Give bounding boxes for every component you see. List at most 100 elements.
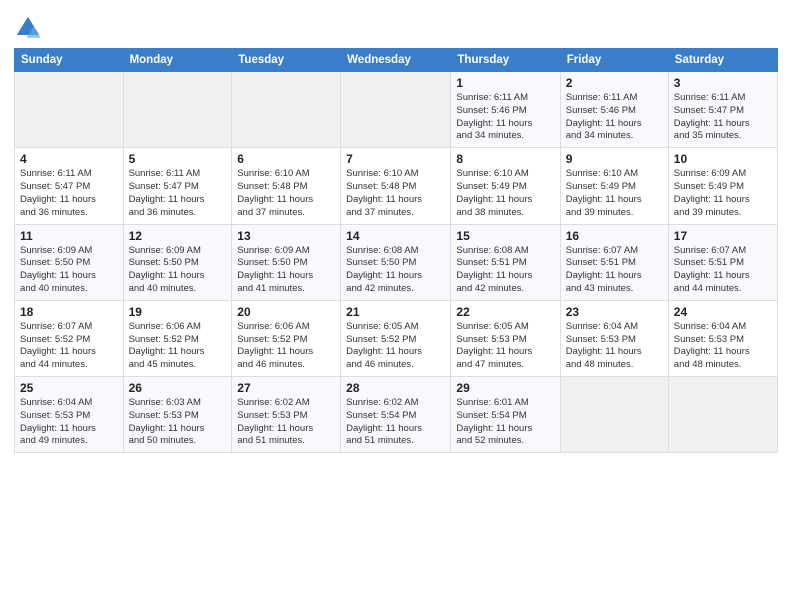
calendar-cell: 21 Sunrise: 6:05 AMSunset: 5:52 PMDayligh… [341, 300, 451, 376]
day-info: Sunrise: 6:05 AMSunset: 5:52 PMDaylight:… [346, 321, 445, 372]
day-info: Sunrise: 6:08 AMSunset: 5:51 PMDaylight:… [456, 245, 554, 296]
calendar-cell [668, 377, 777, 453]
day-info: Sunrise: 6:10 AMSunset: 5:49 PMDaylight:… [566, 168, 663, 219]
day-number: 19 [129, 305, 227, 319]
calendar-cell: 27 Sunrise: 6:02 AMSunset: 5:53 PMDayligh… [232, 377, 341, 453]
calendar-cell: 4 Sunrise: 6:11 AMSunset: 5:47 PMDaylight… [15, 148, 124, 224]
week-row-2: 4 Sunrise: 6:11 AMSunset: 5:47 PMDaylight… [15, 148, 778, 224]
day-info: Sunrise: 6:11 AMSunset: 5:47 PMDaylight:… [129, 168, 227, 219]
weekday-header-wednesday: Wednesday [341, 49, 451, 72]
logo-icon [14, 14, 42, 42]
calendar-cell: 7 Sunrise: 6:10 AMSunset: 5:48 PMDaylight… [341, 148, 451, 224]
weekday-header-thursday: Thursday [451, 49, 560, 72]
day-number: 29 [456, 381, 554, 395]
calendar-cell [560, 377, 668, 453]
day-number: 14 [346, 229, 445, 243]
day-info: Sunrise: 6:09 AMSunset: 5:50 PMDaylight:… [20, 245, 118, 296]
calendar-cell: 20Sunrise: 6:06 AMSunset: 5:52 PMDayligh… [232, 300, 341, 376]
day-number: 24 [674, 305, 772, 319]
weekday-header-friday: Friday [560, 49, 668, 72]
calendar-cell: 22 Sunrise: 6:05 AMSunset: 5:53 PMDayligh… [451, 300, 560, 376]
header [14, 10, 778, 42]
week-row-4: 18Sunrise: 6:07 AMSunset: 5:52 PMDayligh… [15, 300, 778, 376]
day-number: 21 [346, 305, 445, 319]
day-number: 10 [674, 152, 772, 166]
calendar-cell: 6 Sunrise: 6:10 AMSunset: 5:48 PMDaylight… [232, 148, 341, 224]
calendar-cell: 8 Sunrise: 6:10 AMSunset: 5:49 PMDaylight… [451, 148, 560, 224]
logo [14, 14, 46, 42]
day-number: 17 [674, 229, 772, 243]
day-number: 23 [566, 305, 663, 319]
day-number: 6 [237, 152, 335, 166]
calendar-cell [232, 72, 341, 148]
day-info: Sunrise: 6:10 AMSunset: 5:49 PMDaylight:… [456, 168, 554, 219]
day-number: 9 [566, 152, 663, 166]
day-number: 25 [20, 381, 118, 395]
weekday-header-saturday: Saturday [668, 49, 777, 72]
calendar-cell: 23 Sunrise: 6:04 AMSunset: 5:53 PMDayligh… [560, 300, 668, 376]
calendar-cell: 16 Sunrise: 6:07 AMSunset: 5:51 PMDayligh… [560, 224, 668, 300]
day-info: Sunrise: 6:07 AMSunset: 5:51 PMDaylight:… [566, 245, 663, 296]
calendar-cell [123, 72, 232, 148]
week-row-5: 25 Sunrise: 6:04 AMSunset: 5:53 PMDayligh… [15, 377, 778, 453]
calendar-cell: 28 Sunrise: 6:02 AMSunset: 5:54 PMDayligh… [341, 377, 451, 453]
day-info: Sunrise: 6:06 AMSunset: 5:52 PMDaylight:… [237, 321, 335, 372]
day-number: 18 [20, 305, 118, 319]
calendar-cell: 19 Sunrise: 6:06 AMSunset: 5:52 PMDayligh… [123, 300, 232, 376]
weekday-header-row: SundayMondayTuesdayWednesdayThursdayFrid… [15, 49, 778, 72]
day-number: 12 [129, 229, 227, 243]
day-number: 7 [346, 152, 445, 166]
calendar-cell: 13 Sunrise: 6:09 AMSunset: 5:50 PMDayligh… [232, 224, 341, 300]
day-info: Sunrise: 6:04 AMSunset: 5:53 PMDaylight:… [566, 321, 663, 372]
day-number: 22 [456, 305, 554, 319]
day-info: Sunrise: 6:11 AMSunset: 5:47 PMDaylight:… [674, 92, 772, 143]
calendar-cell: 18Sunrise: 6:07 AMSunset: 5:52 PMDayligh… [15, 300, 124, 376]
weekday-header-sunday: Sunday [15, 49, 124, 72]
day-number: 26 [129, 381, 227, 395]
day-number: 16 [566, 229, 663, 243]
calendar-cell: 10 Sunrise: 6:09 AMSunset: 5:49 PMDayligh… [668, 148, 777, 224]
day-number: 8 [456, 152, 554, 166]
day-number: 28 [346, 381, 445, 395]
calendar-cell: 2Sunrise: 6:11 AMSunset: 5:46 PMDaylight… [560, 72, 668, 148]
day-info: Sunrise: 6:06 AMSunset: 5:52 PMDaylight:… [129, 321, 227, 372]
day-info: Sunrise: 6:11 AMSunset: 5:46 PMDaylight:… [456, 92, 554, 143]
calendar-cell: 5 Sunrise: 6:11 AMSunset: 5:47 PMDaylight… [123, 148, 232, 224]
day-info: Sunrise: 6:04 AMSunset: 5:53 PMDaylight:… [20, 397, 118, 448]
day-info: Sunrise: 6:09 AMSunset: 5:50 PMDaylight:… [129, 245, 227, 296]
day-info: Sunrise: 6:02 AMSunset: 5:54 PMDaylight:… [346, 397, 445, 448]
day-info: Sunrise: 6:04 AMSunset: 5:53 PMDaylight:… [674, 321, 772, 372]
calendar-cell [15, 72, 124, 148]
day-number: 4 [20, 152, 118, 166]
calendar-cell: 25 Sunrise: 6:04 AMSunset: 5:53 PMDayligh… [15, 377, 124, 453]
calendar-cell: 24 Sunrise: 6:04 AMSunset: 5:53 PMDayligh… [668, 300, 777, 376]
day-info: Sunrise: 6:10 AMSunset: 5:48 PMDaylight:… [346, 168, 445, 219]
day-info: Sunrise: 6:10 AMSunset: 5:48 PMDaylight:… [237, 168, 335, 219]
day-number: 27 [237, 381, 335, 395]
calendar-cell: 1Sunrise: 6:11 AMSunset: 5:46 PMDaylight… [451, 72, 560, 148]
calendar-cell: 29 Sunrise: 6:01 AMSunset: 5:54 PMDayligh… [451, 377, 560, 453]
week-row-1: 1Sunrise: 6:11 AMSunset: 5:46 PMDaylight… [15, 72, 778, 148]
day-info: Sunrise: 6:01 AMSunset: 5:54 PMDaylight:… [456, 397, 554, 448]
day-info: Sunrise: 6:02 AMSunset: 5:53 PMDaylight:… [237, 397, 335, 448]
week-row-3: 11 Sunrise: 6:09 AMSunset: 5:50 PMDayligh… [15, 224, 778, 300]
calendar-cell [341, 72, 451, 148]
day-info: Sunrise: 6:11 AMSunset: 5:47 PMDaylight:… [20, 168, 118, 219]
calendar-cell: 17 Sunrise: 6:07 AMSunset: 5:51 PMDayligh… [668, 224, 777, 300]
day-number: 13 [237, 229, 335, 243]
weekday-header-tuesday: Tuesday [232, 49, 341, 72]
day-info: Sunrise: 6:08 AMSunset: 5:50 PMDaylight:… [346, 245, 445, 296]
day-info: Sunrise: 6:11 AMSunset: 5:46 PMDaylight:… [566, 92, 663, 143]
day-info: Sunrise: 6:09 AMSunset: 5:50 PMDaylight:… [237, 245, 335, 296]
day-number: 11 [20, 229, 118, 243]
page: SundayMondayTuesdayWednesdayThursdayFrid… [0, 0, 792, 612]
calendar-cell: 3Sunrise: 6:11 AMSunset: 5:47 PMDaylight… [668, 72, 777, 148]
day-info: Sunrise: 6:09 AMSunset: 5:49 PMDaylight:… [674, 168, 772, 219]
weekday-header-monday: Monday [123, 49, 232, 72]
day-info: Sunrise: 6:07 AMSunset: 5:51 PMDaylight:… [674, 245, 772, 296]
day-info: Sunrise: 6:03 AMSunset: 5:53 PMDaylight:… [129, 397, 227, 448]
day-number: 5 [129, 152, 227, 166]
day-info: Sunrise: 6:05 AMSunset: 5:53 PMDaylight:… [456, 321, 554, 372]
calendar-cell: 9 Sunrise: 6:10 AMSunset: 5:49 PMDaylight… [560, 148, 668, 224]
day-number: 15 [456, 229, 554, 243]
